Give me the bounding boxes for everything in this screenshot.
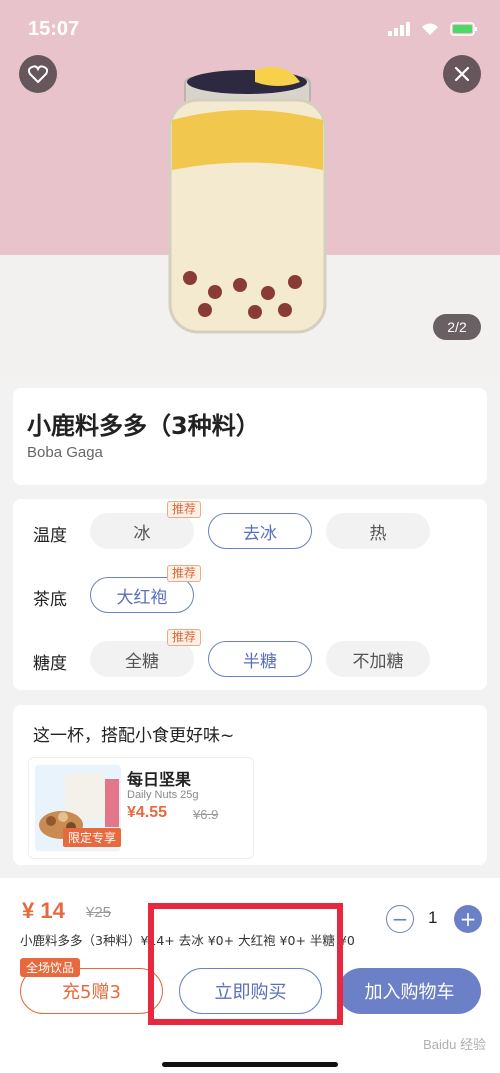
status-icons	[388, 22, 478, 36]
quantity-increase-button[interactable]: +	[454, 905, 482, 933]
current-price: ¥ 14	[22, 898, 65, 923]
original-price: ¥25	[86, 904, 112, 921]
close-icon	[454, 66, 470, 82]
sugar-option-full[interactable]: 全糖 推荐	[90, 629, 201, 677]
snack-pairing-card: 这一杯，搭配小食更好味~ 限定专享 每日坚果 Daily Nuts 25g ¥4…	[13, 705, 487, 865]
temperature-option-ice[interactable]: 冰 推荐	[90, 501, 201, 549]
status-time: 15:07	[28, 18, 80, 40]
favorite-button[interactable]	[19, 55, 57, 93]
product-subtitle: Boba Gaga	[27, 444, 103, 461]
tea-base-label: 茶底	[33, 590, 67, 610]
add-to-cart-label: 加入购物车	[364, 982, 455, 1003]
recharge-label: 充5赠3	[62, 982, 121, 1003]
temperature-option-label: 去冰	[243, 523, 277, 544]
tea-base-option-label: 大红袍	[116, 587, 168, 608]
sugar-label: 糖度	[33, 654, 67, 674]
sugar-option-none[interactable]: 不加糖	[326, 641, 430, 677]
recommend-badge: 推荐	[166, 565, 201, 582]
temperature-option-hot[interactable]: 热	[326, 513, 430, 549]
sugar-option-label: 不加糖	[352, 651, 404, 672]
product-title: 小鹿料多多（3种料）	[27, 412, 260, 440]
snack-description: Daily Nuts 25g	[127, 789, 199, 801]
snack-old-price: ¥6.9	[193, 807, 219, 822]
snack-name: 每日坚果	[127, 770, 192, 789]
snack-heading: 这一杯，搭配小食更好味~	[33, 726, 235, 746]
promo-badge: 全场饮品	[20, 958, 81, 977]
battery-icon	[450, 22, 477, 36]
temperature-row: 温度 冰 推荐 去冰 热	[13, 501, 487, 551]
plus-icon: +	[459, 907, 477, 931]
quantity-value: 1	[428, 908, 438, 927]
wifi-icon	[422, 23, 438, 35]
snack-limited-tag: 限定专享	[63, 828, 121, 847]
bubble-tea-image	[168, 66, 327, 334]
tea-base-option[interactable]: 大红袍 推荐	[90, 565, 201, 613]
sugar-option-half[interactable]: 半糖	[208, 641, 312, 677]
temperature-option-no-ice[interactable]: 去冰	[208, 513, 312, 549]
signal-icon	[388, 22, 410, 36]
sugar-row: 糖度 全糖 推荐 半糖 不加糖	[13, 629, 487, 679]
add-to-cart-button[interactable]: 加入购物车	[338, 968, 481, 1014]
image-page-indicator: 2/2	[433, 314, 481, 340]
quantity-decrease-button[interactable]: −	[386, 905, 414, 933]
home-indicator	[162, 1062, 338, 1067]
recommend-badge: 推荐	[166, 501, 201, 518]
heart-icon	[28, 65, 48, 83]
minus-icon: −	[391, 907, 409, 931]
tea-base-row: 茶底 大红袍 推荐	[13, 565, 487, 615]
recommend-badge: 推荐	[166, 629, 201, 646]
product-title-card: 小鹿料多多（3种料） Boba Gaga	[13, 388, 487, 485]
product-hero: 15:07 2/2	[0, 0, 500, 375]
snack-price: ¥4.55	[127, 804, 168, 821]
close-button[interactable]	[443, 55, 481, 93]
temperature-option-label: 热	[369, 523, 387, 544]
options-card: 温度 冰 推荐 去冰 热 茶底 大红袍 推荐 糖度 全糖 推荐 半糖 不加糖	[13, 499, 487, 690]
snack-item[interactable]: 限定专享 每日坚果 Daily Nuts 25g ¥4.55 ¥6.9	[28, 757, 254, 859]
sugar-option-label: 半糖	[243, 651, 277, 672]
status-bar: 15:07	[0, 0, 500, 60]
annotation-highlight-box	[148, 903, 343, 1025]
sugar-option-label: 全糖	[125, 651, 159, 672]
watermark: Baidu 经验	[423, 1037, 486, 1052]
temperature-option-label: 冰	[133, 523, 151, 544]
snack-image: 限定专享	[35, 765, 121, 851]
temperature-label: 温度	[33, 526, 67, 546]
